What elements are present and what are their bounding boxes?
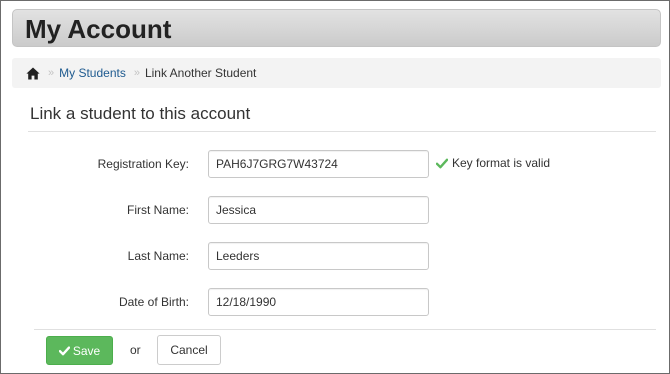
home-icon[interactable] xyxy=(26,67,40,80)
first-name-row: First Name: xyxy=(1,196,669,226)
section-divider xyxy=(28,131,656,132)
registration-key-label: Registration Key: xyxy=(97,157,189,171)
page-title: My Account xyxy=(25,14,172,44)
breadcrumb-separator: » xyxy=(133,67,140,79)
save-button[interactable]: Save xyxy=(46,336,113,365)
cancel-button[interactable]: Cancel xyxy=(157,335,221,365)
key-validation: Key format is valid xyxy=(436,156,550,170)
registration-key-row: Registration Key: Key format is valid xyxy=(1,150,669,180)
breadcrumb-current: Link Another Student xyxy=(144,66,257,80)
save-button-label: Save xyxy=(72,343,101,358)
date-of-birth-input[interactable] xyxy=(208,288,429,316)
registration-key-input[interactable] xyxy=(208,150,429,178)
check-icon xyxy=(436,158,448,168)
date-of-birth-label: Date of Birth: xyxy=(118,295,189,309)
first-name-input[interactable] xyxy=(208,196,429,224)
breadcrumb: » My Students » Link Another Student xyxy=(12,58,661,88)
or-text: or xyxy=(130,343,141,357)
section-title: Link a student to this account xyxy=(30,104,251,123)
last-name-label: Last Name: xyxy=(127,249,189,263)
last-name-row: Last Name: xyxy=(1,242,669,272)
breadcrumb-my-students[interactable]: My Students xyxy=(59,66,126,80)
check-icon xyxy=(58,345,70,355)
date-of-birth-row: Date of Birth: xyxy=(1,288,669,318)
key-validation-text: Key format is valid xyxy=(452,156,551,170)
last-name-input[interactable] xyxy=(208,242,429,270)
page-header: My Account xyxy=(12,9,661,47)
actions-divider xyxy=(34,329,656,330)
first-name-label: First Name: xyxy=(126,203,189,217)
breadcrumb-separator: » xyxy=(48,67,55,79)
page-frame: My Account » My Students » Link Another … xyxy=(0,0,670,374)
